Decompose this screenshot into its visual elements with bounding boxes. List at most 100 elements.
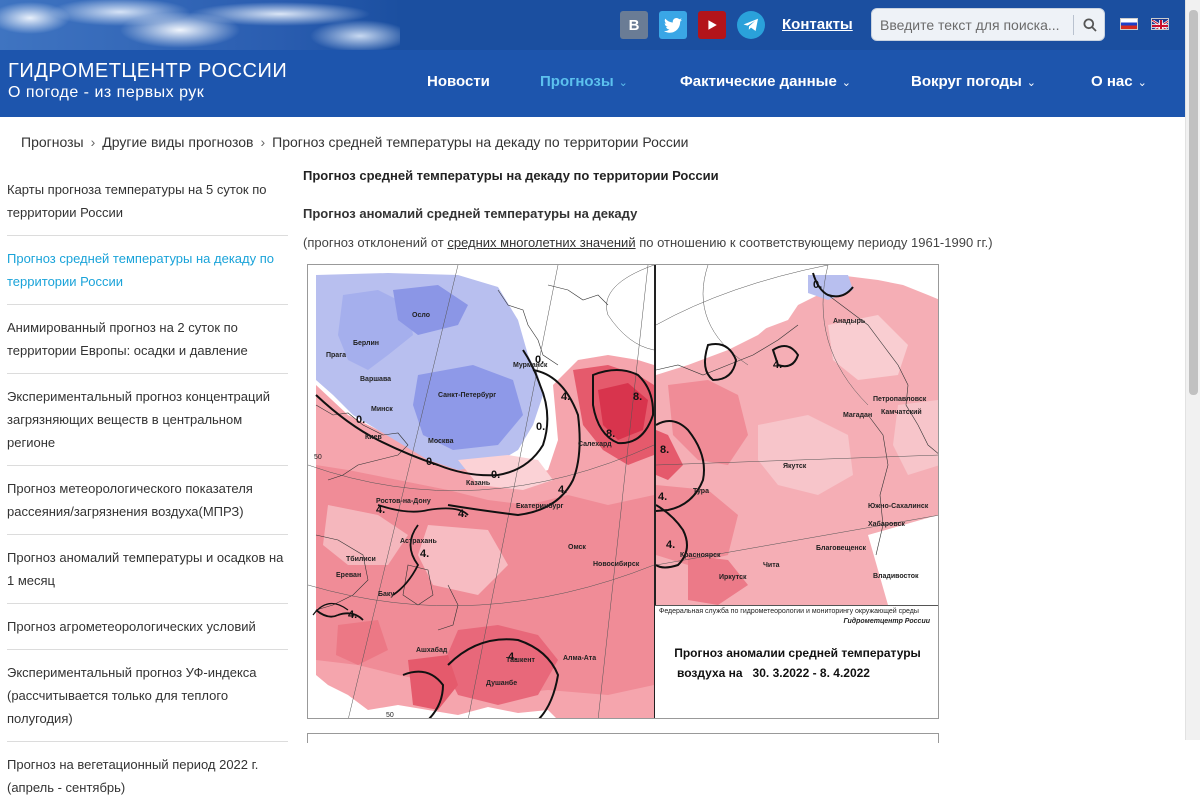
breadcrumb: Прогнозы › Другие виды прогнозов › Прогноз с…	[21, 134, 689, 150]
city-label: Осло	[412, 312, 430, 319]
city-label: Душанбе	[486, 679, 517, 687]
isoline-label: 4.	[658, 491, 667, 503]
isoline-label: 0.	[813, 279, 822, 291]
search-box	[871, 8, 1105, 41]
sidebar-item-uv-index[interactable]: Экспериментальный прогноз УФ-индекса (ра…	[7, 650, 288, 742]
city-label: Ростов-на-Дону	[376, 498, 431, 505]
search-input[interactable]	[880, 15, 1070, 35]
isoline-label: 8.	[606, 428, 615, 440]
sidebar-item-pollution[interactable]: Экспериментальный прогноз концентраций з…	[7, 374, 288, 466]
breadcrumb-forecasts[interactable]: Прогнозы	[21, 134, 84, 150]
city-label: Петропавловск	[873, 396, 927, 403]
isoline-label: 4.	[558, 484, 567, 496]
top-bar: В Контакты	[0, 0, 1185, 50]
latitude-label: 50	[314, 454, 322, 461]
nav-forecasts[interactable]: Прогнозы ⌄	[540, 73, 628, 90]
breadcrumb-separator: ›	[90, 134, 96, 150]
isoline-label: 0.	[491, 469, 500, 481]
city-label: Иркутск	[719, 574, 747, 581]
city-label: Баку	[378, 591, 394, 598]
city-label: Анадырь	[833, 318, 866, 325]
city-label: Салехард	[578, 441, 612, 448]
map-caption: Прогноз аномалии средней температуры	[674, 646, 921, 660]
city-label: Ереван	[336, 572, 361, 579]
nav-actual-data[interactable]: Фактические данные ⌄	[680, 73, 851, 90]
city-label: Якутск	[783, 463, 807, 470]
city-label: Тбилиси	[346, 555, 376, 563]
sidebar-item-mprz[interactable]: Прогноз метеорологического показателя ра…	[7, 466, 288, 535]
isoline-label: 0.	[536, 421, 545, 433]
sidebar-item-animated-europe[interactable]: Анимированный прогноз на 2 суток по терр…	[7, 305, 288, 374]
vk-icon[interactable]: В	[620, 11, 648, 39]
latitude-label: 50	[386, 712, 394, 719]
sidebar-item-monthly-anomaly[interactable]: Прогноз аномалий температуры и осадков н…	[7, 535, 288, 604]
city-label: Южно-Сахалинск	[868, 503, 929, 510]
map-org: Гидрометцентр России	[843, 618, 931, 625]
page-title: Прогноз средней температуры на декаду по…	[303, 168, 719, 183]
climate-norms-link[interactable]: средних многолетних значений	[447, 235, 635, 250]
isoline-label: 4.	[420, 548, 429, 560]
city-label: Санкт-Петербург	[438, 391, 496, 399]
isoline-label: 0.	[356, 414, 365, 426]
note-text: (прогноз отклонений от средних многолетн…	[303, 235, 993, 250]
city-label: Чита	[763, 562, 780, 569]
isoline-label: 4.	[376, 504, 385, 516]
clouds-banner	[0, 0, 400, 50]
city-label: Екатеринбург	[516, 502, 564, 510]
sidebar-item-5day-temp-maps[interactable]: Карты прогноза температуры на 5 суток по…	[7, 167, 288, 236]
vertical-scrollbar[interactable]	[1185, 0, 1200, 740]
next-map-frame	[307, 733, 939, 743]
nav-around-weather[interactable]: Вокруг погоды ⌄	[911, 73, 1036, 90]
city-label: Хабаровск	[868, 520, 905, 528]
city-label: Магадан	[843, 412, 872, 419]
city-label: Прага	[326, 352, 346, 359]
isoline-label: 4.	[458, 508, 467, 520]
chevron-down-icon: ⌄	[841, 77, 852, 89]
city-label: Владивосток	[873, 573, 919, 580]
nav-about[interactable]: О нас ⌄	[1091, 73, 1147, 90]
brand-subtitle: О погоде - из первых рук	[8, 84, 205, 101]
anomaly-map: 0. 0. 0. 0. 0. 4. 4. 4. 4. 4. 4. 4. 8. 8…	[307, 264, 939, 719]
search-separator	[1073, 15, 1074, 35]
sidebar: Карты прогноза температуры на 5 суток по…	[7, 167, 288, 810]
isoline-label: 4.	[561, 391, 570, 403]
city-label: Красноярск	[680, 552, 721, 559]
city-label: Киев	[365, 434, 382, 441]
city-label: Казань	[466, 480, 491, 487]
city-label: Минск	[371, 406, 393, 413]
chevron-down-icon: ⌄	[618, 77, 628, 89]
city-label: Ташкент	[506, 657, 535, 664]
isoline-label: 4.	[348, 609, 357, 621]
map-date-range: воздуха на 30. 3.2022 - 8. 4.2022	[677, 666, 870, 680]
city-label: Тура	[693, 488, 709, 495]
brand-title[interactable]: ГИДРОМЕТЦЕНТР РОССИИ	[8, 60, 287, 83]
chevron-down-icon: ⌄	[1137, 77, 1147, 89]
twitter-icon[interactable]	[659, 11, 687, 39]
section-subtitle: Прогноз аномалий средней температуры на …	[303, 206, 638, 221]
youtube-icon[interactable]	[698, 11, 726, 39]
flag-ru-icon[interactable]	[1120, 18, 1138, 30]
isoline-label: 8.	[633, 391, 642, 403]
city-label: Берлин	[353, 340, 379, 347]
search-button[interactable]	[1078, 13, 1102, 37]
nav-news[interactable]: Новости	[427, 73, 490, 90]
scrollbar-thumb[interactable]	[1189, 10, 1198, 395]
city-label: Благовещенск	[816, 545, 866, 552]
city-label: Алма-Ата	[563, 655, 596, 662]
sidebar-item-vegetation[interactable]: Прогноз на вегетационный период 2022 г. …	[7, 742, 288, 810]
city-label: Астрахань	[400, 538, 437, 545]
breadcrumb-other-forecasts[interactable]: Другие виды прогнозов	[102, 134, 253, 150]
city-label: Омск	[568, 544, 586, 551]
breadcrumb-separator: ›	[260, 134, 266, 150]
flag-uk-icon[interactable]	[1151, 18, 1169, 30]
sidebar-item-decade-temp[interactable]: Прогноз средней температуры на декаду по…	[7, 236, 288, 305]
map-legend-box: Федеральная служба по гидрометеорологии …	[655, 605, 938, 718]
isoline-label: 4.	[666, 539, 675, 551]
telegram-icon[interactable]	[737, 11, 765, 39]
sidebar-item-agro[interactable]: Прогноз агрометеорологических условий	[7, 604, 288, 650]
isoline-label: 8.	[660, 444, 669, 456]
map-agency: Федеральная служба по гидрометеорологии …	[659, 608, 919, 615]
contacts-link[interactable]: Контакты	[782, 16, 853, 33]
city-label: Мурманск	[513, 362, 548, 369]
city-label: Новосибирск	[593, 560, 640, 568]
